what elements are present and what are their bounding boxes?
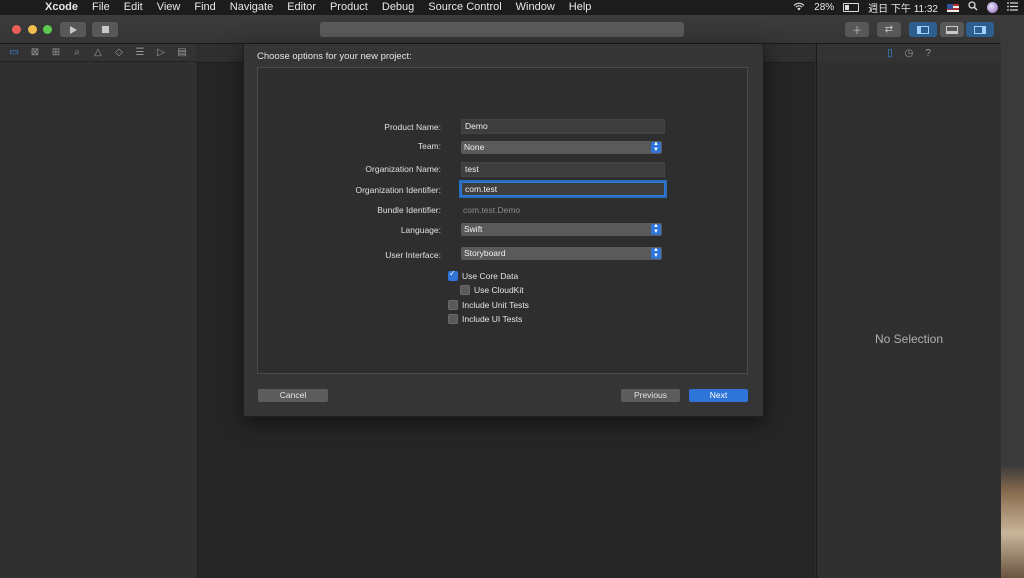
history-inspector-clock-icon[interactable]: ◷ [905,48,914,59]
include-ui-tests-checkbox-row[interactable]: Include UI Tests [448,314,522,324]
user-interface-selected-value: Storyboard [464,248,506,258]
siri-icon[interactable] [987,2,998,13]
include-unit-tests-label: Include Unit Tests [462,300,529,310]
code-review-button[interactable]: ⇄ [877,22,901,37]
battery-icon[interactable] [843,3,860,12]
toggle-inspector-button[interactable] [966,22,994,37]
no-selection-label: No Selection [874,332,944,346]
toggle-debug-area-button[interactable] [940,22,964,37]
spotlight-search-icon[interactable] [968,1,978,14]
team-label: Team: [417,141,441,151]
menu-bar: Xcode File Edit View Find Navigate Edito… [0,0,1024,15]
status-area: 28% 週日 下午 11:32 [793,0,1018,15]
window-toolbar: ＋ ⇄ [0,15,1000,44]
navigator-selector-bar: ▭ ⊠ ⊞ ⌕ △ ◇ ☰ ▷ ▤ [0,44,197,62]
use-cloudkit-label: Use CloudKit [474,285,524,295]
product-name-label: Product Name: [384,122,441,132]
language-label: Language: [400,225,441,235]
run-button[interactable] [60,22,86,37]
include-ui-tests-label: Include UI Tests [462,314,523,324]
inspector-selector-bar: ▯ ◷ ? [816,44,1001,63]
language-selected-value: Swift [464,224,483,234]
options-form: Product Name: Demo Team: None ▲ ▼ Organiz… [257,67,748,374]
notification-center-icon[interactable] [1007,1,1018,14]
toggle-navigator-button[interactable] [909,22,937,37]
use-core-data-checkbox-row[interactable]: Use Core Data [448,269,519,281]
bottom-panel-icon [946,25,958,34]
close-window-icon[interactable] [12,25,21,34]
project-navigator-folder-icon[interactable]: ▭ [8,47,20,58]
bundle-identifier-value: com.test.Demo [463,205,521,215]
wifi-icon[interactable] [793,2,805,14]
next-button[interactable]: Next [689,389,748,402]
use-core-data-checkbox[interactable] [448,269,458,281]
cancel-button[interactable]: Cancel [258,389,328,402]
user-interface-popup[interactable]: Storyboard ▲ ▼ [461,247,662,260]
activity-viewer [320,22,684,37]
chevron-updown-icon: ▲ ▼ [651,223,661,235]
menu-product[interactable]: Product [323,0,375,15]
inspector-pane: No Selection [816,62,1001,578]
stop-icon [101,26,109,33]
chevron-updown-icon: ▲ ▼ [651,247,661,259]
menu-editor[interactable]: Editor [280,0,323,15]
include-unit-tests-checkbox-row[interactable]: Include Unit Tests [448,300,529,310]
report-navigator-speech-icon[interactable]: ▤ [176,47,188,58]
organization-identifier-field[interactable]: com.test [461,182,665,196]
menu-window[interactable]: Window [509,0,562,15]
clock[interactable]: 週日 下午 11:32 [868,0,938,15]
team-selected-value: None [464,142,485,152]
stop-button[interactable] [92,22,118,37]
organization-name-label: Organization Name: [365,164,441,174]
organization-name-field[interactable]: test [461,162,665,177]
play-icon [70,25,77,34]
use-cloudkit-checkbox-row[interactable]: Use CloudKit [460,285,524,295]
battery-percent: 28% [814,2,835,13]
right-panel-icon [974,25,986,34]
menu-view[interactable]: View [150,0,188,15]
product-name-field[interactable]: Demo [461,119,665,134]
menu-app-xcode[interactable]: Xcode [38,0,85,15]
plus-icon: ＋ [852,26,862,37]
language-popup[interactable]: Swift ▲ ▼ [461,223,662,236]
debug-navigator-icon[interactable]: ☰ [134,47,146,58]
menu-file[interactable]: File [85,0,117,15]
test-navigator-diamond-icon[interactable]: ◇ [113,47,125,58]
zoom-window-icon[interactable] [43,25,52,34]
menu-navigate[interactable]: Navigate [223,0,280,15]
previous-button[interactable]: Previous [621,389,680,402]
desktop-background [1000,15,1024,578]
user-interface-label: User Interface: [385,250,441,260]
bundle-identifier-label: Bundle Identifier: [377,205,441,215]
menu-help[interactable]: Help [562,0,599,15]
swap-arrows-icon: ⇄ [884,24,894,35]
navigator-pane [0,62,198,578]
menu-edit[interactable]: Edit [117,0,150,15]
breakpoint-navigator-icon[interactable]: ▷ [155,47,167,58]
use-core-data-label: Use Core Data [462,271,519,281]
issue-navigator-warning-icon[interactable]: △ [92,47,104,58]
team-popup[interactable]: None ▲ ▼ [461,141,662,154]
find-navigator-search-icon[interactable]: ⌕ [71,47,83,58]
left-panel-icon [917,25,929,34]
menu-find[interactable]: Find [187,0,222,15]
chevron-updown-icon: ▲ ▼ [651,141,661,153]
source-control-navigator-icon[interactable]: ⊠ [29,47,41,58]
use-cloudkit-checkbox[interactable] [460,285,470,295]
include-unit-tests-checkbox[interactable] [448,300,458,310]
minimize-window-icon[interactable] [28,25,37,34]
menu-debug[interactable]: Debug [375,0,421,15]
library-button[interactable]: ＋ [845,22,869,37]
symbol-navigator-icon[interactable]: ⊞ [50,47,62,58]
include-ui-tests-checkbox[interactable] [448,314,458,324]
input-source-flag-icon[interactable] [947,3,959,12]
new-project-options-sheet: Choose options for your new project: Pro… [243,44,764,417]
file-inspector-document-icon[interactable]: ▯ [887,48,893,59]
quick-help-question-icon[interactable]: ? [925,48,931,59]
organization-identifier-label: Organization Identifier: [355,185,441,195]
menu-source-control[interactable]: Source Control [421,0,508,15]
sheet-title: Choose options for your new project: [257,51,412,62]
